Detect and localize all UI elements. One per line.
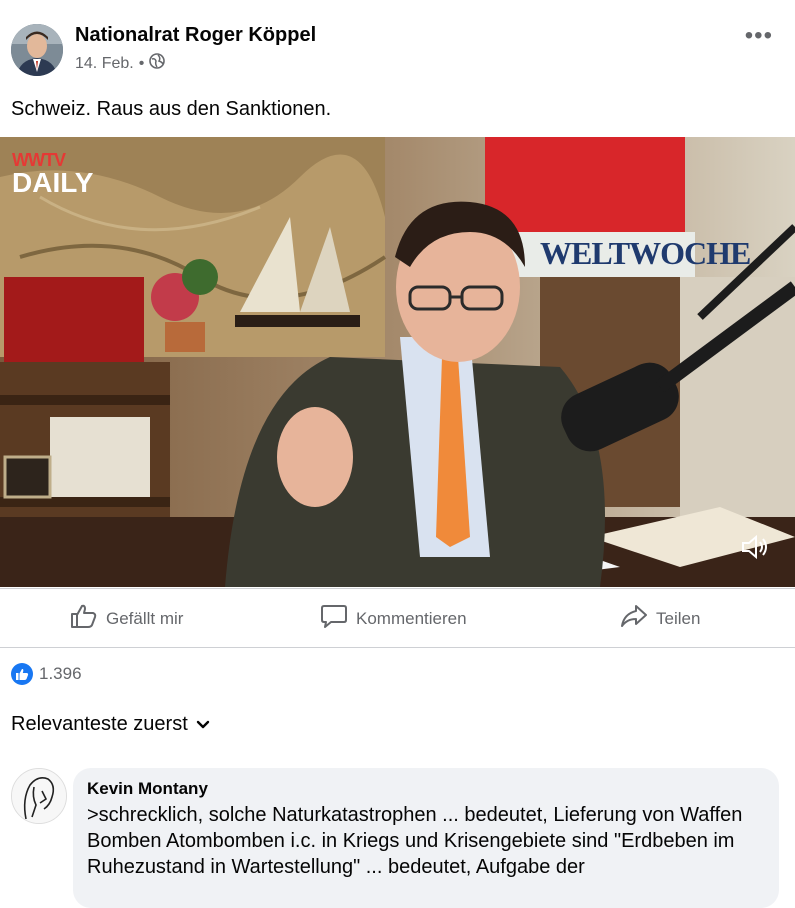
like-button[interactable]: Gefällt mir [70, 603, 183, 634]
weltwoche-sign: WELTWOCHE [540, 235, 751, 271]
speaker-icon[interactable] [740, 533, 770, 561]
more-options-icon[interactable]: ••• [745, 22, 773, 50]
post-date[interactable]: 14. Feb. [75, 55, 134, 73]
post-meta: 14. Feb. • [75, 53, 166, 74]
thumbs-up-icon [70, 603, 98, 634]
chevron-down-icon [196, 713, 210, 736]
commenter-name[interactable]: Kevin Montany [87, 779, 208, 799]
meta-separator: • [138, 54, 145, 72]
wwtv-brand-bottom: DAILY [12, 167, 94, 198]
reaction-count: 1.396 [39, 664, 82, 683]
comment-icon [320, 603, 348, 634]
like-icon [11, 663, 33, 685]
wwtv-logo: WWTV DAILY [12, 151, 93, 197]
like-label: Gefällt mir [106, 608, 184, 628]
comment-label: Kommentieren [356, 608, 467, 628]
author-avatar[interactable] [11, 24, 63, 76]
comment-sort-dropdown[interactable]: Relevanteste zuerst [11, 713, 210, 736]
share-button[interactable]: Teilen [620, 603, 700, 634]
commenter-avatar[interactable] [11, 768, 67, 824]
sort-label: Relevanteste zuerst [11, 713, 188, 735]
comment-text: >schrecklich, solche Naturkatastrophen .… [87, 804, 743, 878]
globe-icon [149, 53, 166, 74]
share-label: Teilen [656, 608, 701, 628]
post-text: Schweiz. Raus aus den Sanktionen. [11, 98, 332, 120]
comment-bubble: Kevin Montany >schrecklich, solche Natur… [73, 768, 779, 908]
comment-button[interactable]: Kommentieren [320, 603, 467, 634]
share-icon [620, 603, 648, 634]
post-header: Nationalrat Roger Köppel 14. Feb. • ••• [0, 0, 795, 90]
reactions-summary[interactable]: 1.396 [11, 663, 82, 685]
video-player[interactable]: WWTV DAILY WELTWOCHE [0, 137, 795, 587]
author-name[interactable]: Nationalrat Roger Köppel [75, 24, 316, 47]
action-bar: Gefällt mir Kommentieren Teilen [0, 588, 795, 648]
